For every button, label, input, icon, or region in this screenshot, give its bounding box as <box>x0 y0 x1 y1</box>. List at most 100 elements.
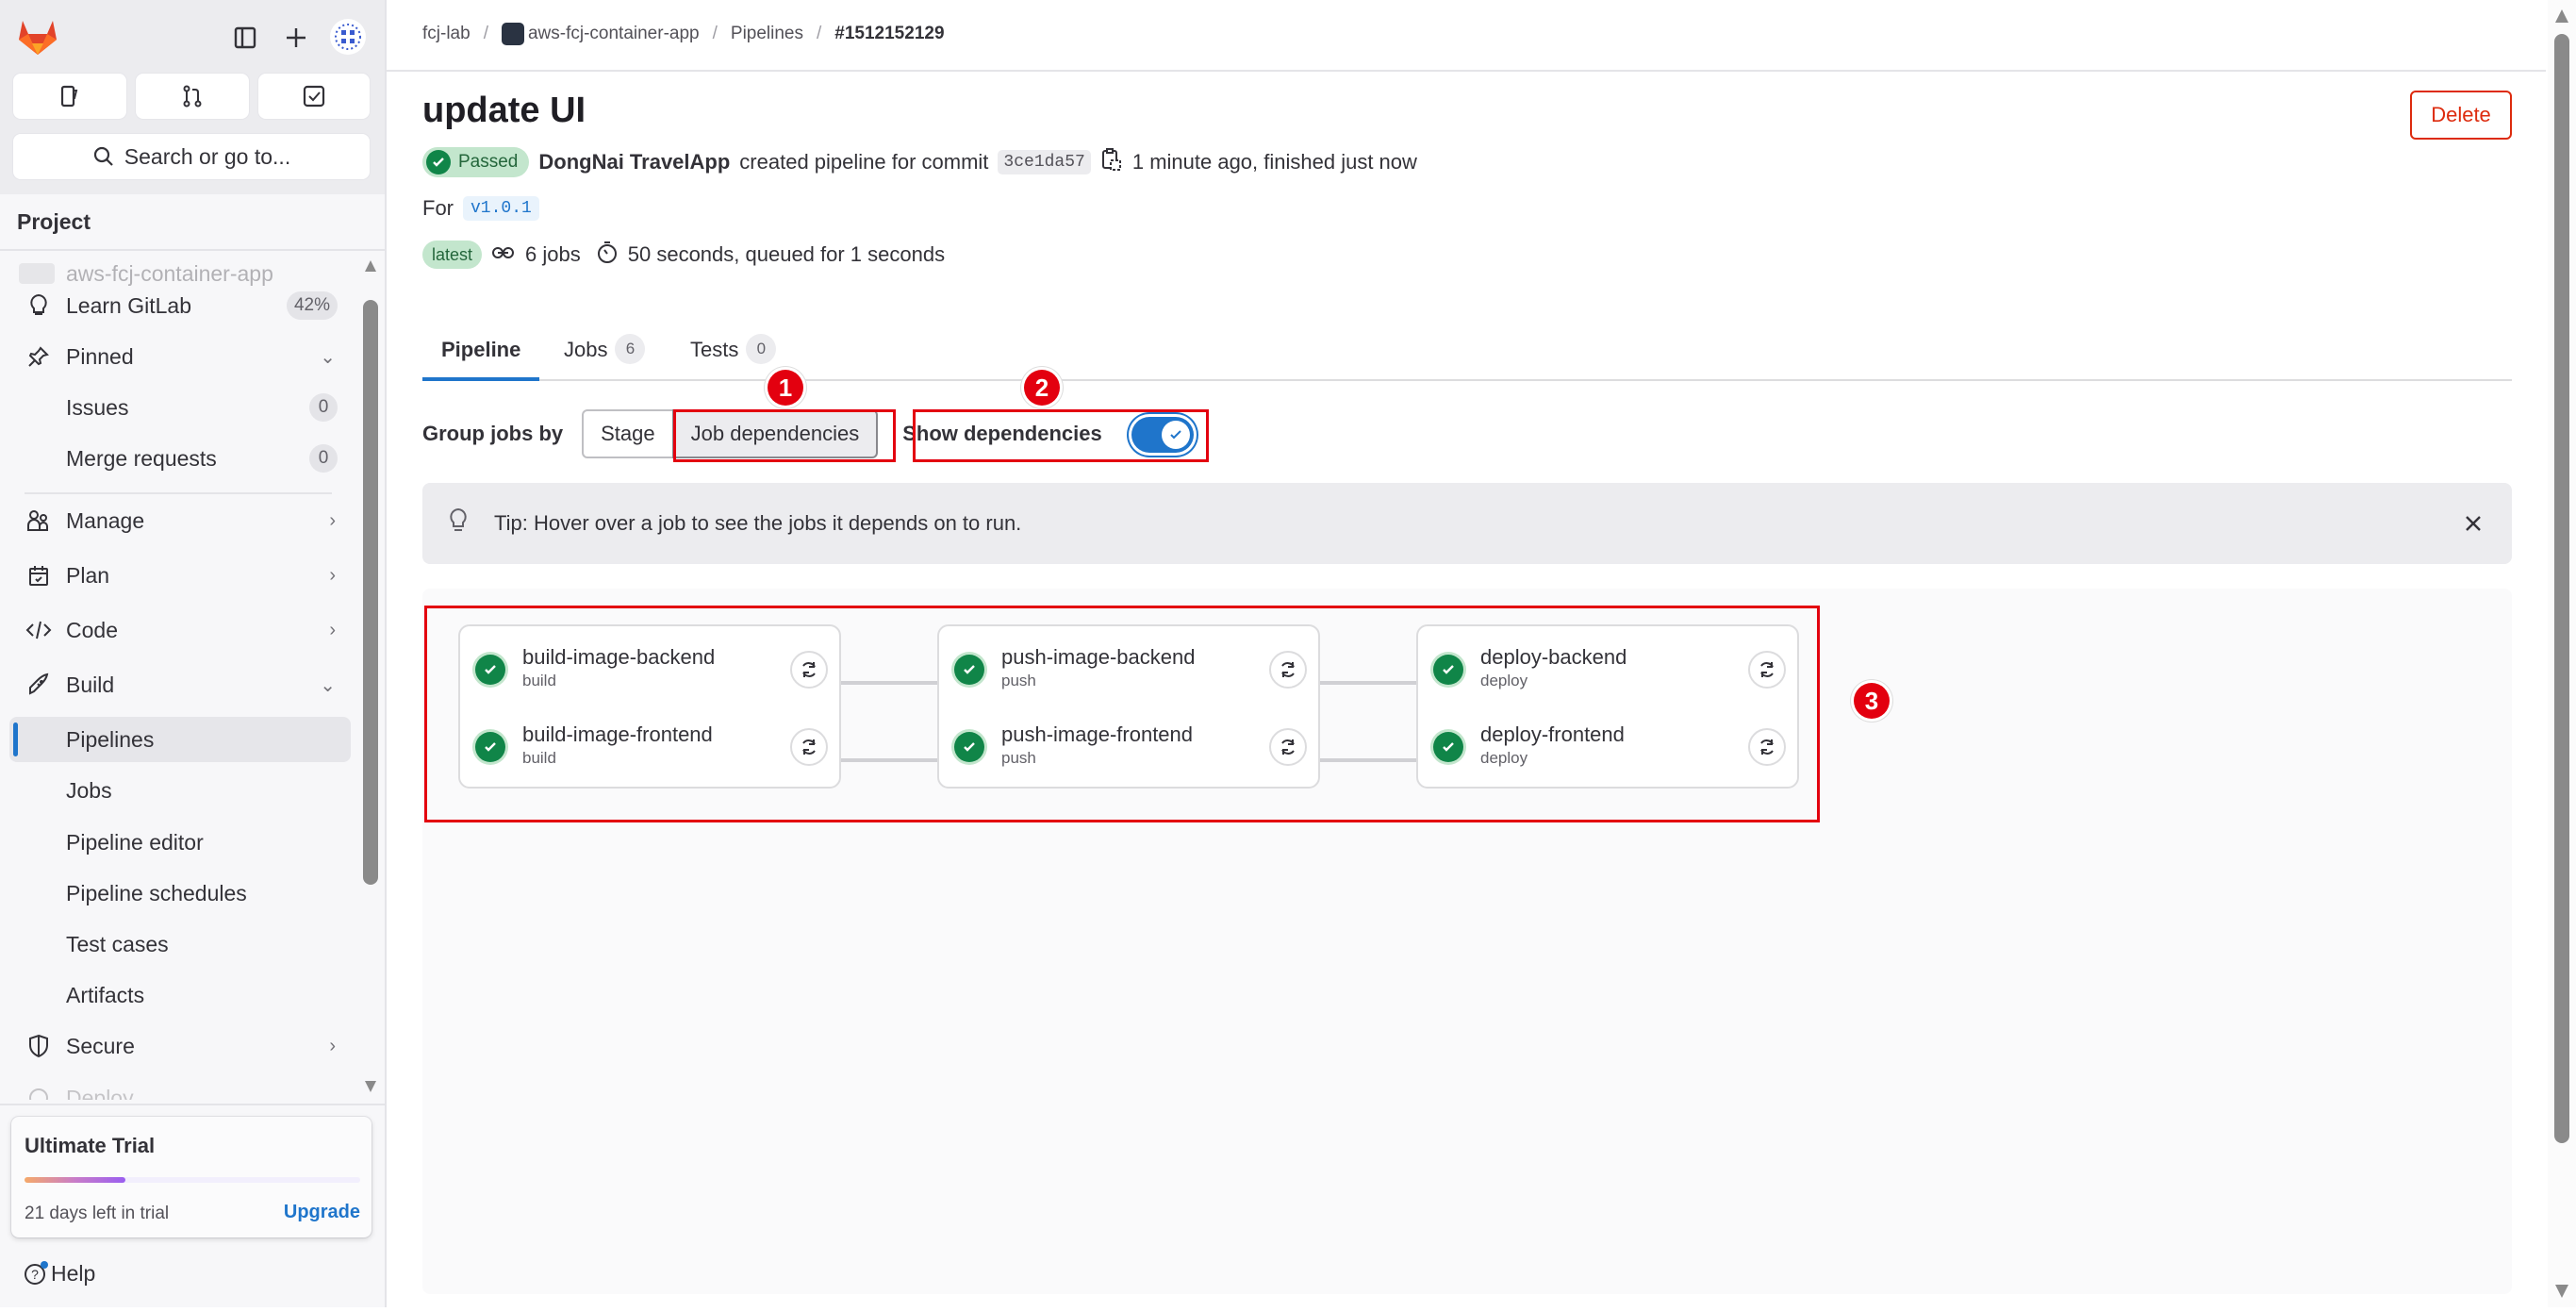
copy-icon[interactable] <box>1100 147 1123 177</box>
pipeline-tabs: Pipeline Jobs 6 Tests 0 <box>422 311 2512 381</box>
count-badge: 0 <box>309 444 338 473</box>
sidebar-item-label: Test cases <box>66 931 169 956</box>
sidebar-item-code[interactable]: Code › <box>9 607 351 653</box>
rocket-icon <box>25 671 53 699</box>
sidebar-item-plan[interactable]: Plan › <box>9 553 351 598</box>
user-avatar[interactable] <box>330 19 366 55</box>
sidebar-item-manage[interactable]: Manage › <box>9 498 351 543</box>
highlight-box-3 <box>424 606 1820 822</box>
sidebar-item-label: Manage <box>66 507 145 533</box>
callout-1: 1 <box>768 370 803 406</box>
chevron-right-icon: › <box>329 619 336 640</box>
sidebar-item-pipeline-schedules[interactable]: Pipeline schedules <box>9 871 351 916</box>
breadcrumb: fcj-lab / aws-fcj-container-app / Pipeli… <box>422 23 945 45</box>
created-text: created pipeline for commit <box>739 150 989 174</box>
breadcrumb-project[interactable]: aws-fcj-container-app <box>501 23 700 45</box>
sidebar-item-build[interactable]: Build ⌄ <box>9 662 351 707</box>
tab-label: Jobs <box>564 338 608 361</box>
status-badge[interactable]: Passed <box>422 147 530 177</box>
help-button[interactable]: ? Help <box>23 1260 95 1287</box>
issues-icon <box>60 85 78 108</box>
sidebar-item-test-cases[interactable]: Test cases <box>9 922 351 967</box>
ref-tag[interactable]: v1.0.1 <box>463 196 539 221</box>
breadcrumb-project-label: aws-fcj-container-app <box>527 24 700 44</box>
sidebar-item-issues[interactable]: Issues 0 <box>9 385 351 430</box>
users-icon <box>25 507 53 535</box>
sidebar-item-label: Pipeline editor <box>66 829 204 855</box>
tab-label: Pipeline <box>441 338 521 361</box>
breadcrumb-current[interactable]: #1512152129 <box>834 24 944 44</box>
commit-sha[interactable]: 3ce1da57 <box>998 150 1091 174</box>
chevron-right-icon: › <box>329 564 336 586</box>
jobs-count: 6 jobs <box>525 242 581 266</box>
bulb-icon <box>447 507 470 539</box>
trial-progress-bar <box>25 1177 360 1183</box>
sidebar-item-pipelines[interactable]: Pipelines <box>9 717 351 762</box>
stage-option[interactable]: Stage <box>582 409 674 458</box>
breadcrumb-group[interactable]: fcj-lab <box>422 24 471 44</box>
sidebar-item-label: Issues <box>66 394 129 420</box>
divider <box>25 492 332 494</box>
sidebar-item-label: Pipeline schedules <box>66 880 247 905</box>
sidebar-header: Search or go to... <box>0 0 385 194</box>
tab-jobs[interactable]: Jobs 6 <box>564 326 646 381</box>
progress-badge: 42% <box>286 291 338 320</box>
gitlab-logo-icon[interactable] <box>17 17 58 57</box>
divider <box>0 1104 385 1105</box>
sidebar-item-secure[interactable]: Secure › <box>9 1023 351 1069</box>
trial-widget[interactable]: Ultimate Trial 21 days left in trial Upg… <box>11 1117 372 1237</box>
svg-text:?: ? <box>31 1267 39 1282</box>
search-placeholder: Search or go to... <box>124 143 291 169</box>
upgrade-link[interactable]: Upgrade <box>284 1202 360 1223</box>
sidebar-item-merge-requests[interactable]: Merge requests 0 <box>9 436 351 481</box>
delete-button[interactable]: Delete <box>2410 91 2512 140</box>
sidebar-item-jobs[interactable]: Jobs <box>9 768 351 813</box>
sidebar-scrollbar[interactable] <box>362 251 379 1100</box>
breadcrumb-pipelines[interactable]: Pipelines <box>731 24 803 44</box>
highlight-box-1 <box>673 409 896 462</box>
chevron-down-icon: ⌄ <box>320 674 336 696</box>
close-icon[interactable] <box>2459 509 2487 538</box>
sidebar-toggle-icon[interactable] <box>228 21 262 55</box>
sidebar-item-pipeline-editor[interactable]: Pipeline editor <box>9 820 351 865</box>
bulb-icon <box>25 291 53 320</box>
chevron-right-icon: › <box>329 509 336 531</box>
tip-text: Tip: Hover over a job to see the jobs it… <box>494 511 1022 535</box>
sidebar-item-label: Merge requests <box>66 445 217 471</box>
trial-title: Ultimate Trial <box>25 1134 156 1157</box>
timer-icon <box>596 240 619 270</box>
sidebar-item-pinned[interactable]: Pinned ⌄ <box>9 334 351 379</box>
code-icon <box>25 616 53 644</box>
sidebar-item-deploy[interactable]: Deploy <box>9 1075 351 1100</box>
page-title: update UI <box>422 91 586 130</box>
tab-tests[interactable]: Tests 0 <box>690 326 777 381</box>
sidebar: Search or go to... Project aws-fcj-conta… <box>0 0 387 1307</box>
sidebar-item-label: Learn GitLab <box>66 292 191 318</box>
plus-icon[interactable] <box>279 21 313 55</box>
sidebar-item-label: Plan <box>66 562 110 588</box>
count-badge: 0 <box>309 393 338 422</box>
tab-label: Tests <box>690 338 739 361</box>
author-link[interactable]: DongNai TravelApp <box>538 150 730 174</box>
page-scrollbar[interactable] <box>2548 0 2576 1307</box>
sidebar-item-label: Secure <box>66 1033 135 1058</box>
tab-count: 0 <box>746 334 777 364</box>
sidebar-item-label: Pipelines <box>66 726 155 752</box>
duration-text: 50 seconds, queued for 1 seconds <box>627 242 946 266</box>
tab-pipeline[interactable]: Pipeline <box>422 326 540 381</box>
sidebar-item-learn-gitlab[interactable]: Learn GitLab 42% <box>9 283 351 328</box>
tip-alert: Tip: Hover over a job to see the jobs it… <box>422 483 2512 564</box>
sidebar-item-artifacts[interactable]: Artifacts <box>9 972 351 1018</box>
search-input[interactable]: Search or go to... <box>13 134 370 179</box>
merge-requests-button[interactable] <box>136 74 249 119</box>
sidebar-item-label: Jobs <box>66 777 112 803</box>
check-circle-icon <box>426 150 451 174</box>
todo-button[interactable] <box>258 74 370 119</box>
breadcrumb-separator: / <box>712 24 718 43</box>
sidebar-item-label: Pinned <box>66 343 134 369</box>
trial-days-left: 21 days left in trial <box>25 1204 170 1223</box>
project-avatar <box>19 263 55 284</box>
sidebar-item-label: Deploy <box>66 1085 134 1101</box>
sidebar-item-label: Code <box>66 617 118 642</box>
issues-button[interactable] <box>13 74 126 119</box>
